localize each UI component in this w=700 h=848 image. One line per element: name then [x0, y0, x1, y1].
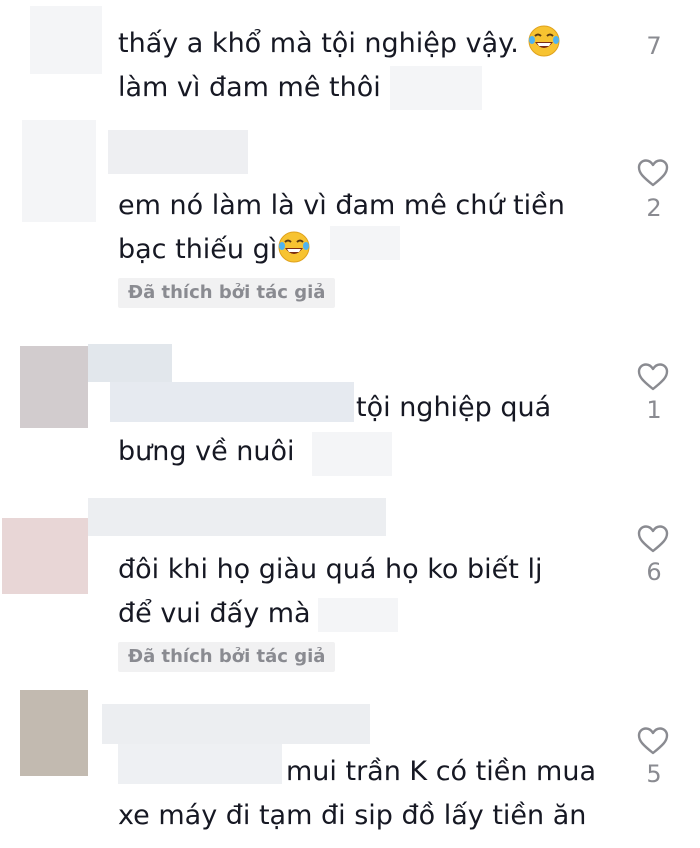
- username[interactable]: [108, 130, 248, 174]
- heart-outline-icon[interactable]: [637, 524, 669, 554]
- comment-text: mui trần K có tiền mua: [286, 756, 597, 787]
- like-count: 1: [646, 396, 662, 424]
- avatar[interactable]: [20, 346, 88, 428]
- comment-text: thấy a khổ mà tội nghiệp vậy.: [118, 28, 519, 59]
- liked-by-author-badge: Đã thích bởi tác giả: [118, 278, 336, 308]
- username[interactable]: [88, 344, 172, 382]
- avatar[interactable]: [20, 690, 88, 776]
- like-count: 7: [646, 32, 662, 60]
- avatar[interactable]: [2, 518, 88, 594]
- redacted-area: [390, 66, 482, 110]
- like-count: 5: [646, 760, 662, 788]
- username[interactable]: [102, 704, 370, 744]
- liked-by-author-badge: Đã thích bởi tác giả: [118, 642, 336, 672]
- heart-outline-icon[interactable]: [637, 362, 669, 392]
- comment-text: làm vì đam mê thôi: [118, 72, 381, 103]
- laughing-tears-emoji-icon: [528, 25, 560, 57]
- comment-text-line: thấy a khổ mà tội nghiệp vậy.: [118, 22, 561, 66]
- redacted-area: [318, 598, 398, 632]
- avatar[interactable]: [30, 6, 102, 74]
- username-extra: [118, 744, 282, 784]
- comment-text: bạc thiếu gì: [118, 234, 278, 265]
- heart-outline-icon[interactable]: [637, 158, 669, 188]
- heart-outline-icon[interactable]: [637, 726, 669, 756]
- like-count: 6: [646, 558, 662, 586]
- username-extra: [110, 382, 354, 422]
- comment-text: xe máy đi tạm đi sip đồ lấy tiền ăn: [118, 800, 587, 831]
- comment-text: em nó làm là vì đam mê chứ tiền: [118, 190, 565, 221]
- comment-text: để vui đấy mà: [118, 598, 311, 629]
- redacted-area: [330, 226, 400, 260]
- username[interactable]: [88, 498, 386, 536]
- laughing-tears-emoji-icon: [278, 231, 310, 263]
- comment-text: đôi khi họ giàu quá họ ko biết lj: [118, 554, 543, 585]
- comment-text-line: bạc thiếu gì: [118, 228, 311, 272]
- like-count: 2: [646, 194, 662, 222]
- comment-text: bưng về nuôi: [118, 436, 295, 467]
- comment-text: tội nghiệp quá: [356, 392, 552, 423]
- redacted-area: [312, 432, 392, 476]
- avatar[interactable]: [22, 120, 96, 222]
